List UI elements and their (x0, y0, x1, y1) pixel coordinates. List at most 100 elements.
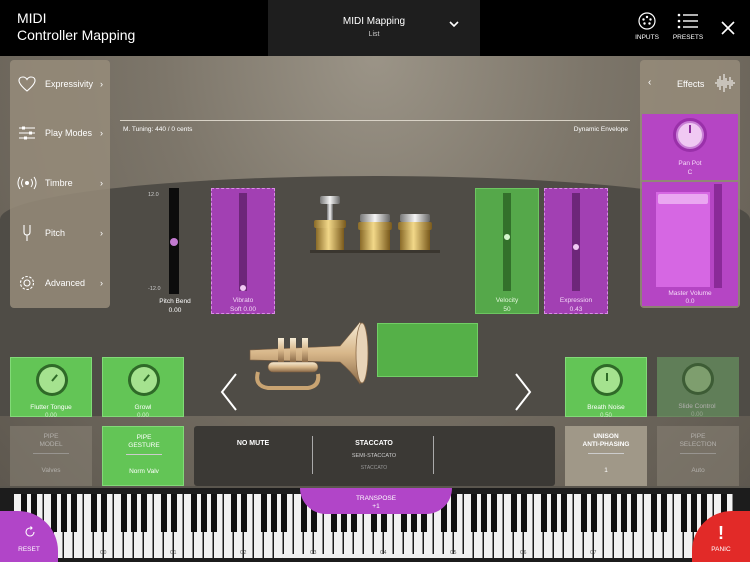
reset-label: RESET (18, 546, 40, 553)
presets-button[interactable]: PRESETS (666, 12, 710, 41)
mapping-selector[interactable]: MIDI Mapping List (268, 0, 480, 56)
flutter-tongue-knob[interactable]: Flutter Tongue 0.00 (10, 357, 92, 419)
transpose-control[interactable]: TRANSPOSE +1 (300, 488, 452, 514)
knob-label: Slide Control (678, 403, 716, 410)
pipe-gesture-button[interactable]: PIPE GESTURE Norm Valv (102, 426, 184, 486)
chevron-left-icon[interactable] (218, 372, 240, 412)
black-key[interactable] (471, 494, 477, 532)
divider (433, 436, 434, 474)
black-key[interactable] (271, 494, 277, 532)
black-key[interactable] (541, 494, 547, 532)
master-volume-label: Master Volume (668, 290, 712, 297)
radio-waves-icon (16, 172, 38, 194)
category-play-modes[interactable]: Play Modes › (10, 113, 110, 153)
black-key[interactable] (61, 494, 67, 532)
black-key[interactable] (621, 494, 627, 532)
black-key[interactable] (201, 494, 207, 532)
black-key[interactable] (581, 494, 587, 532)
volume-fill (656, 192, 710, 287)
black-key[interactable] (631, 494, 637, 532)
black-key[interactable] (211, 494, 217, 532)
expression-label: Expression (559, 297, 593, 304)
category-label: Timbre (45, 178, 73, 188)
expression-slider[interactable]: Expression 0.43 (544, 188, 608, 314)
black-key[interactable] (161, 494, 167, 532)
dynamic-envelope-label[interactable]: Dynamic Envelope (560, 126, 628, 133)
divider (312, 436, 313, 474)
category-advanced[interactable]: Advanced › (10, 263, 110, 303)
black-key[interactable] (511, 494, 517, 532)
effects-header[interactable]: ‹ Effects (640, 60, 740, 108)
category-expressivity[interactable]: Expressivity › (10, 64, 110, 104)
semi-staccato-option[interactable]: SEMI-STACCATO (314, 453, 434, 459)
inputs-button[interactable]: INPUTS (625, 12, 669, 41)
pan-pot-value: C (687, 169, 693, 176)
pipe-selection-value: Auto (691, 467, 705, 474)
velocity-label: Velocity (495, 297, 519, 304)
black-key[interactable] (71, 494, 77, 532)
velocity-slider[interactable]: Velocity 50 (475, 188, 539, 314)
black-key[interactable] (171, 494, 177, 532)
category-label: Advanced (45, 278, 86, 288)
black-key[interactable] (611, 494, 617, 532)
play-area[interactable] (377, 323, 478, 377)
octave-label: C2 (240, 550, 247, 556)
expression-thumb[interactable] (573, 243, 579, 250)
no-mute-option[interactable]: NO MUTE (194, 440, 312, 447)
pipe-model-button[interactable]: PIPE MODEL Valves (10, 426, 92, 486)
category-timbre[interactable]: Timbre › (10, 163, 110, 203)
chevron-left-icon[interactable]: ‹ (648, 77, 651, 88)
black-key[interactable] (231, 494, 237, 532)
chevron-down-icon[interactable] (448, 18, 460, 30)
black-key[interactable] (191, 494, 197, 532)
velocity-track (503, 193, 511, 291)
transpose-value: +1 (372, 503, 380, 510)
trumpet-valves[interactable] (300, 192, 450, 256)
pitch-bend-slider[interactable]: 12.0 -12.0 Pitch Bend 0.00 (140, 188, 210, 314)
black-key[interactable] (241, 494, 247, 532)
black-key[interactable] (681, 494, 687, 532)
breath-noise-knob[interactable]: Breath Noise 0.50 (565, 357, 647, 419)
growl-knob[interactable]: Growl 0.00 (102, 357, 184, 419)
black-key[interactable] (491, 494, 497, 532)
black-key[interactable] (101, 494, 107, 532)
staccato-option[interactable]: STACCATO (314, 440, 434, 447)
mapping-subtitle: List (368, 31, 380, 38)
master-volume-slider[interactable]: Master Volume 0.0 (642, 182, 738, 306)
unison-value: 1 (604, 467, 608, 474)
black-key[interactable] (551, 494, 557, 532)
black-key[interactable] (141, 494, 147, 532)
black-key[interactable] (481, 494, 487, 532)
black-key[interactable] (561, 494, 567, 532)
home-indicator (281, 554, 470, 558)
black-key[interactable] (261, 494, 267, 532)
chevron-right-icon[interactable] (512, 372, 534, 412)
unison-title: UNISON ANTI-PHASING (582, 433, 630, 448)
divider (126, 454, 162, 455)
slide-control-knob[interactable]: Slide Control 0.00 (657, 357, 739, 418)
black-key[interactable] (521, 494, 527, 532)
pitch-bend-value: 0.00 (168, 307, 182, 314)
black-key[interactable] (591, 494, 597, 532)
volume-handle[interactable] (658, 194, 708, 204)
tuning-text: M. Tuning: 440 / 0 cents (123, 126, 193, 133)
unison-button[interactable]: UNISON ANTI-PHASING 1 (565, 426, 647, 486)
pipe-selection-button[interactable]: PIPE SELECTION Auto (657, 426, 739, 486)
black-key[interactable] (661, 494, 667, 532)
vibrato-thumb[interactable] (240, 285, 246, 291)
chevron-right-icon: › (100, 128, 103, 138)
black-key[interactable] (131, 494, 137, 532)
black-key[interactable] (121, 494, 127, 532)
pan-pot-knob[interactable]: Pan Pot C (642, 114, 738, 180)
pitch-bend-thumb[interactable] (170, 238, 178, 246)
close-icon[interactable] (720, 20, 736, 36)
black-key[interactable] (51, 494, 57, 532)
black-key[interactable] (651, 494, 657, 532)
chevron-right-icon: › (100, 79, 103, 89)
vibrato-slider[interactable]: Vibrato Soft 0.00 (211, 188, 275, 314)
chevron-right-icon: › (100, 278, 103, 288)
category-pitch[interactable]: Pitch › (10, 213, 110, 253)
black-key[interactable] (691, 494, 697, 532)
black-key[interactable] (281, 494, 287, 532)
black-key[interactable] (91, 494, 97, 532)
